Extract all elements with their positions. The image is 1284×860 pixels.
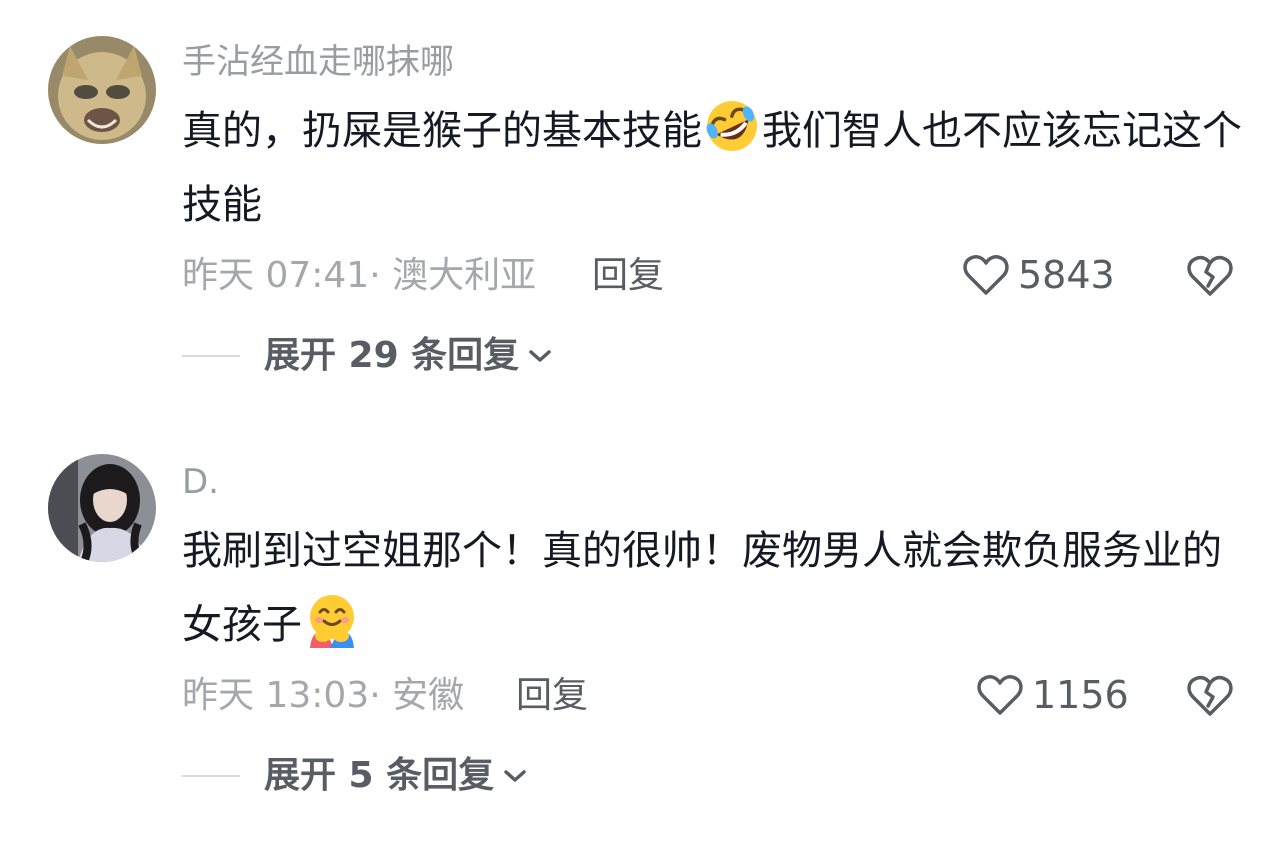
divider-line [182, 775, 240, 777]
rolling-on-floor-laughing-emoji [704, 98, 760, 154]
cat-avatar-image [48, 36, 156, 144]
expand-replies-label: 展开 5 条回复 [264, 755, 495, 796]
comment-meta: 昨天 07:41· 澳大利亚 [182, 255, 537, 296]
expand-replies-label: 展开 29 条回复 [264, 335, 520, 376]
like-button[interactable]: 5843 [962, 250, 1115, 300]
broken-heart-icon [1187, 255, 1233, 296]
chevron-down-icon [529, 350, 551, 362]
chevron-down-icon [504, 770, 526, 782]
dislike-button[interactable] [1186, 252, 1234, 298]
like-count: 5843 [1018, 253, 1115, 297]
like-button[interactable]: 1156 [976, 670, 1129, 720]
divider-line [182, 355, 240, 357]
heart-outline-icon [977, 675, 1023, 715]
comment-item: D. 我刷到过空姐那个！真的很帅！废物男人就会欺负服务业的女孩子 昨天 13:0… [0, 420, 1284, 860]
comment-item: 手沾经血走哪抹哪 真的，扔屎是猴子的基本技能 我们智人也不应该忘记这个技能 昨天… [0, 0, 1284, 420]
comment-text: 我刷到过空姐那个！真的很帅！废物男人就会欺负服务业的女孩子 [182, 514, 1242, 662]
person-avatar-image [48, 454, 156, 562]
like-count: 1156 [1032, 673, 1129, 717]
hugging-face-emoji [304, 592, 360, 648]
reply-button[interactable]: 回复 [516, 674, 588, 718]
avatar[interactable] [48, 454, 156, 562]
heart-outline-icon [963, 255, 1009, 295]
dislike-button[interactable] [1186, 672, 1234, 718]
reply-button[interactable]: 回复 [592, 254, 664, 298]
comment-meta: 昨天 13:03· 安徽 [182, 675, 465, 716]
broken-heart-icon [1187, 675, 1233, 716]
username[interactable]: D. [182, 460, 219, 504]
expand-replies-button[interactable]: 展开 29 条回复 [182, 334, 553, 378]
avatar[interactable] [48, 36, 156, 144]
comment-text: 真的，扔屎是猴子的基本技能 我们智人也不应该忘记这个技能 [182, 94, 1242, 242]
comment-text-part: 真的，扔屎是猴子的基本技能 [182, 108, 702, 154]
expand-replies-button[interactable]: 展开 5 条回复 [182, 754, 528, 798]
username[interactable]: 手沾经血走哪抹哪 [182, 40, 454, 84]
